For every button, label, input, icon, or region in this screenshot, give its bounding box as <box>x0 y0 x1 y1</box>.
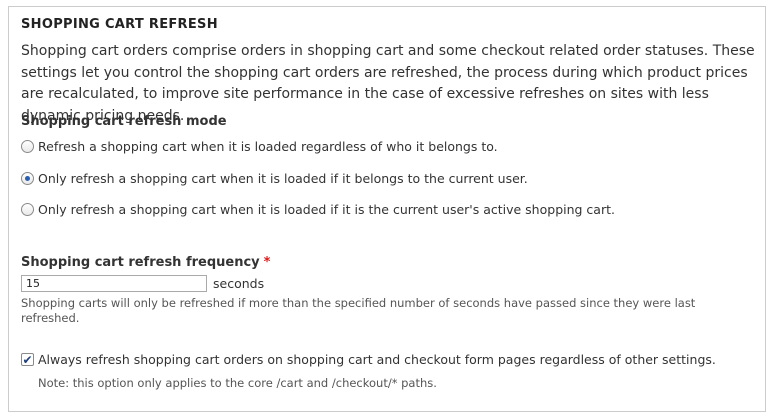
refresh-frequency-suffix: seconds <box>213 276 265 291</box>
refresh-frequency-label-text: Shopping cart refresh frequency <box>21 255 260 270</box>
refresh-frequency-input[interactable] <box>21 275 207 292</box>
radio-button[interactable] <box>21 140 34 153</box>
option-label: Refresh a shopping cart when it is loade… <box>38 139 498 154</box>
option-label: Only refresh a shopping cart when it is … <box>38 171 528 186</box>
refresh-frequency-label: Shopping cart refresh frequency * <box>21 255 270 270</box>
option-label: Only refresh a shopping cart when it is … <box>38 202 615 217</box>
refresh-mode-option-any-user[interactable]: Refresh a shopping cart when it is loade… <box>21 139 498 154</box>
refresh-mode-option-active-cart[interactable]: Only refresh a shopping cart when it is … <box>21 202 615 217</box>
always-refresh-note: Note: this option only applies to the co… <box>38 376 437 390</box>
required-marker: * <box>263 255 271 270</box>
refresh-frequency-help: Shopping carts will only be refreshed if… <box>21 296 696 325</box>
radio-button[interactable] <box>21 203 34 216</box>
fieldset-legend: SHOPPING CART REFRESH <box>21 17 218 32</box>
refresh-mode-option-current-user[interactable]: Only refresh a shopping cart when it is … <box>21 171 528 186</box>
radio-button-selected[interactable] <box>21 172 34 185</box>
always-refresh-label: Always refresh shopping cart orders on s… <box>38 352 716 367</box>
checkbox-checked[interactable]: ✔ <box>21 353 34 366</box>
refresh-mode-label: Shopping cart refresh mode <box>21 114 227 129</box>
always-refresh-option[interactable]: ✔ Always refresh shopping cart orders on… <box>21 352 716 367</box>
